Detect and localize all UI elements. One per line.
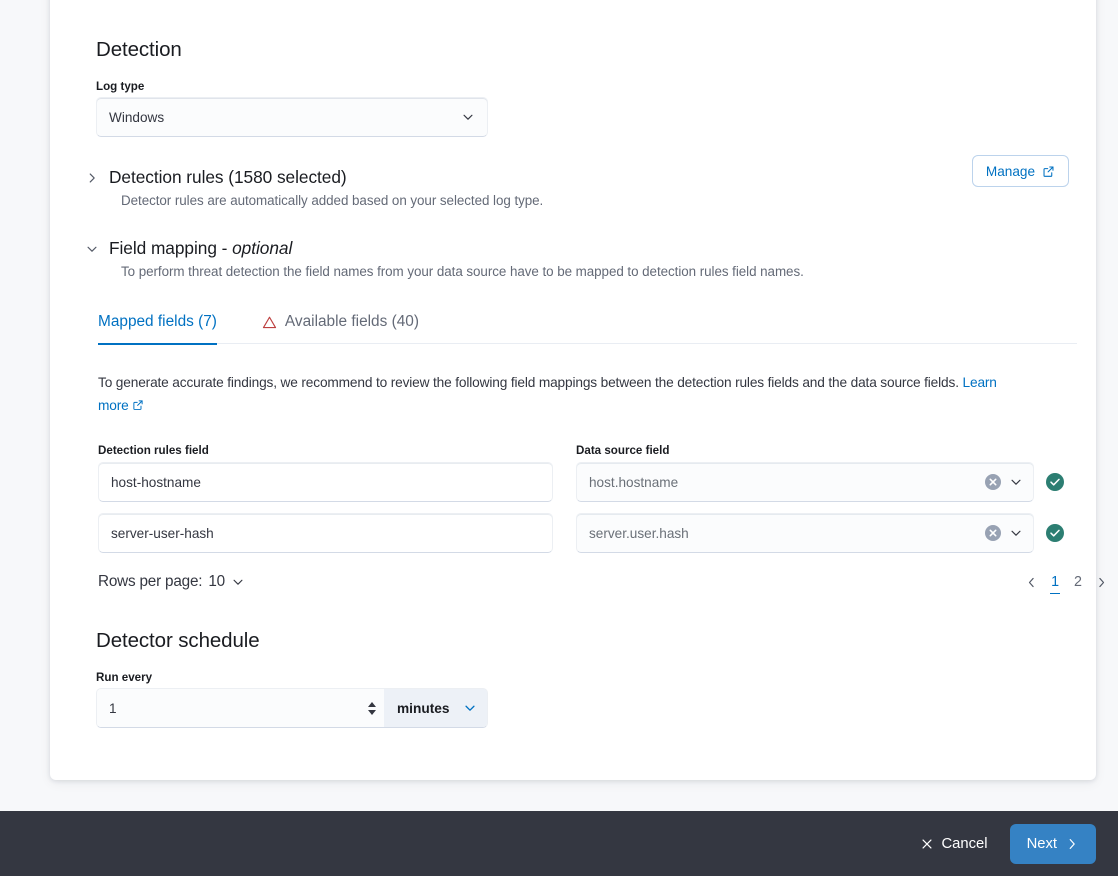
manage-button[interactable]: Manage	[972, 155, 1069, 187]
column-header-detection-rules-field: Detection rules field	[98, 444, 553, 457]
run-every-control: 1 minutes	[96, 688, 488, 728]
detection-rules-field-input[interactable]	[98, 513, 553, 553]
tab-available-fields[interactable]: Available fields (40)	[262, 313, 435, 344]
data-source-field-value: server.user.hash	[589, 526, 985, 541]
field-mapping-subtitle: To perform threat detection the field na…	[121, 264, 1069, 279]
pagination-bar: Rows per page: 10 1 2	[98, 573, 1108, 591]
mapping-description: To generate accurate findings, we recomm…	[98, 371, 1023, 417]
clear-icon[interactable]	[985, 525, 1001, 541]
log-type-label: Log type	[96, 80, 1069, 93]
field-mapping-tabs: Mapped fields (7) Available fields (40)	[98, 312, 1077, 344]
chevron-down-icon	[231, 575, 245, 589]
cancel-button[interactable]: Cancel	[916, 830, 992, 858]
detector-setup-page: Detection Log type Windows Detection rul…	[0, 0, 1118, 876]
clear-icon[interactable]	[985, 474, 1001, 490]
field-mapping-title-main: Field mapping -	[109, 238, 227, 258]
field-mapping-table-header: Detection rules field Data source field	[98, 444, 1108, 462]
tab-mapped-fields-label: Mapped fields (7)	[98, 313, 217, 331]
cancel-button-label: Cancel	[942, 836, 988, 852]
page-number-1[interactable]: 1	[1049, 574, 1061, 590]
run-every-label: Run every	[96, 671, 1069, 684]
detection-panel: Detection Log type Windows Detection rul…	[50, 0, 1096, 780]
detection-rules-accordion: Detection rules (1580 selected) Detector…	[85, 167, 1069, 208]
interval-unit-select[interactable]: minutes	[384, 689, 487, 727]
tab-available-fields-label: Available fields (40)	[285, 313, 419, 331]
mapping-description-text: To generate accurate findings, we recomm…	[98, 375, 959, 390]
interval-value: 1	[109, 701, 365, 716]
close-icon	[920, 837, 934, 851]
next-button-label: Next	[1027, 836, 1057, 852]
detection-rules-subtitle: Detector rules are automatically added b…	[121, 193, 1069, 208]
stepper-up-icon[interactable]	[368, 702, 376, 707]
page-title: Detection	[96, 38, 1069, 62]
chevron-down-icon	[463, 701, 477, 715]
warning-triangle-icon	[262, 315, 277, 330]
chevron-down-icon	[461, 110, 475, 124]
external-link-icon	[132, 395, 145, 408]
data-source-field-combobox[interactable]: host.hostname	[576, 462, 1034, 502]
field-mapping-table: Detection rules field Data source field …	[98, 444, 1108, 553]
previous-page-button[interactable]	[1025, 576, 1038, 589]
interval-number-input[interactable]: 1	[97, 689, 384, 727]
page-navigation: 1 2	[1025, 574, 1108, 590]
detection-rules-toggle[interactable]: Detection rules (1580 selected)	[85, 167, 1069, 188]
bottom-action-bar: Cancel Next	[0, 811, 1118, 876]
mapping-status-success-icon	[1046, 524, 1064, 542]
table-row: host.hostname	[98, 462, 1108, 502]
mapping-status-success-icon	[1046, 473, 1064, 491]
number-stepper[interactable]	[365, 697, 378, 719]
field-mapping-title-optional: optional	[232, 238, 292, 258]
next-button[interactable]: Next	[1010, 824, 1096, 864]
chevron-right-icon	[1065, 837, 1079, 851]
chevron-down-icon[interactable]	[1009, 526, 1023, 540]
data-source-field-combobox[interactable]: server.user.hash	[576, 513, 1034, 553]
stepper-down-icon[interactable]	[368, 710, 376, 715]
chevron-down-icon	[85, 242, 99, 256]
field-mapping-title: Field mapping - optional	[109, 238, 292, 259]
tab-mapped-fields[interactable]: Mapped fields (7)	[98, 313, 233, 344]
rows-per-page-value: 10	[208, 573, 225, 591]
detection-rules-field-input[interactable]	[98, 462, 553, 502]
field-mapping-accordion: Field mapping - optional To perform thre…	[85, 238, 1069, 279]
field-mapping-toggle[interactable]: Field mapping - optional	[85, 238, 1069, 259]
chevron-down-icon[interactable]	[1009, 475, 1023, 489]
page-number-2[interactable]: 2	[1072, 574, 1084, 590]
interval-unit-value: minutes	[397, 701, 463, 716]
next-page-button[interactable]	[1095, 576, 1108, 589]
rows-per-page-label: Rows per page:	[98, 573, 202, 591]
detection-rules-title: Detection rules (1580 selected)	[109, 167, 347, 188]
column-header-data-source-field: Data source field	[576, 444, 1034, 457]
table-row: server.user.hash	[98, 513, 1108, 553]
manage-button-label: Manage	[986, 164, 1035, 179]
data-source-field-value: host.hostname	[589, 475, 985, 490]
log-type-value: Windows	[109, 110, 461, 125]
external-link-icon	[1042, 165, 1055, 178]
log-type-select[interactable]: Windows	[96, 97, 488, 137]
rows-per-page-selector[interactable]: Rows per page: 10	[98, 573, 245, 591]
detector-schedule-title: Detector schedule	[96, 629, 1069, 653]
chevron-right-icon	[85, 171, 99, 185]
